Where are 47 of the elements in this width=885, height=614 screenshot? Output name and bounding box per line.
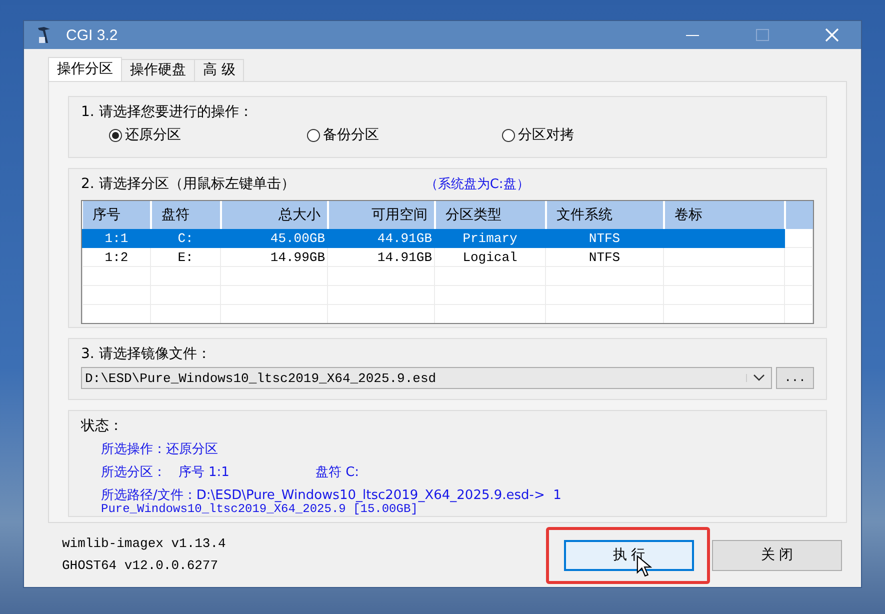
close-icon [825,28,839,42]
status-text: 所选操作：还原分区 [101,441,218,458]
column-header[interactable]: 可用空间 [328,201,434,229]
version-text: GHOST64 v12.0.0.6277 [62,557,220,575]
chevron-down-icon [746,374,765,382]
window-title: CGI 3.2 [66,26,118,44]
radio-option[interactable]: 备份分区 [307,126,502,144]
table-cell: C: [150,229,220,248]
table-cell: NTFS [546,248,664,266]
column-header[interactable]: 文件系统 [546,201,664,229]
group-label: 2. 请选择分区（用鼠标左键单击） [81,175,295,193]
status-text: 所选路径/文件：D:\ESD\Pure_Windows10_ltsc2019_X64_2025.9.esd-> 1 [101,487,562,503]
table-row[interactable]: 1:2 E: 14.99GB 14.91GB Logical NTFS [82,248,812,266]
minimize-icon [686,34,698,36]
table-cell: E: [150,248,220,266]
group-label: 3. 请选择镜像文件： [81,345,212,363]
maximize-icon [756,29,768,41]
status-text: Pure_Windows10_ltsc2019_X64_2025.9 [15.00GB] [101,502,418,516]
tab[interactable]: 高 级 [194,59,244,81]
status-text: 盘符 C: [315,464,360,481]
radio-option[interactable]: 还原分区 [109,126,307,144]
column-header[interactable]: 序号 [82,201,150,229]
browse-button[interactable]: ... [776,367,814,389]
column-header[interactable]: 盘符 [150,201,220,229]
table-cell: 44.91GB [328,229,434,248]
file-dropdown[interactable]: D:\ESD\Pure_Windows10_ltsc2019_X64_2025.9.esd [81,367,772,389]
version-text: wimlib-imagex v1.13.4 [62,535,226,553]
table-row[interactable]: 1:1 C: 45.00GB 44.91GB Primary NTFS [82,229,812,248]
table-cell: Primary [434,229,546,248]
table-cell: 1:1 [82,229,150,248]
column-header[interactable]: 总大小 [220,201,328,229]
table-cell: 45.00GB [220,229,328,248]
column-header[interactable]: 分区类型 [434,201,546,229]
table-cell: Logical [434,248,546,266]
status-text: 所选分区： 序号 1:1 [101,464,230,481]
column-header[interactable]: 卷标 [664,201,784,229]
group-label: 1. 请选择您要进行的操作： [81,103,254,121]
app-icon [36,26,52,44]
table-cell: 1:2 [82,248,150,266]
status-label: 状态： [81,417,124,435]
system-disk-note: （系统盘为C:盘） [424,176,530,193]
close-dialog-button[interactable]: 关 闭 [712,540,842,570]
tab[interactable]: 操作分区 [48,57,122,81]
table-cell: 14.99GB [220,248,328,266]
table-cell: NTFS [546,229,664,248]
radio-option[interactable]: 分区对拷 [502,126,574,144]
table-cell: 14.91GB [328,248,434,266]
